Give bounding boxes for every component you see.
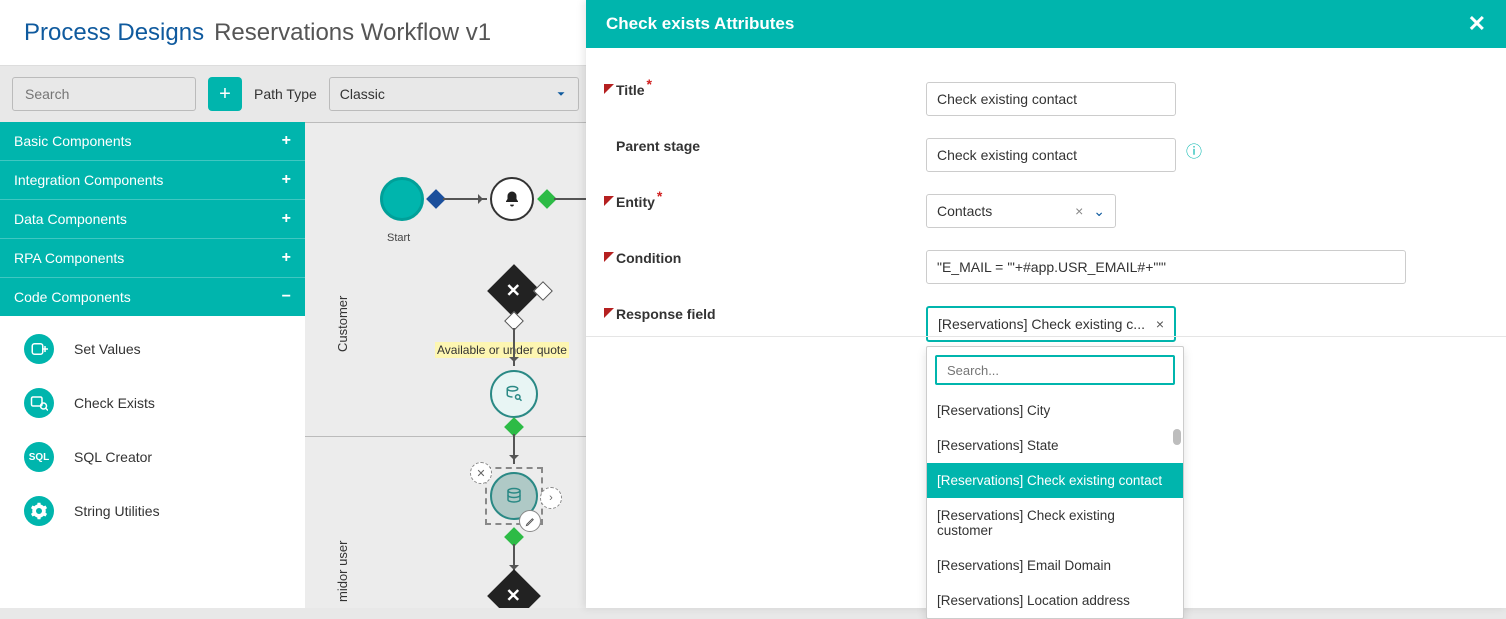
component-sql-creator[interactable]: SQL SQL Creator <box>0 430 305 484</box>
gateway-node[interactable]: ✕ <box>487 569 541 608</box>
dropdown-item[interactable]: [Reservations] State <box>927 428 1183 463</box>
expand-icon: + <box>282 249 291 267</box>
gateway-label: Available or under quote <box>435 342 569 358</box>
bell-icon <box>503 190 521 208</box>
label-parent: Parent stage <box>616 138 926 154</box>
sql-icon: SQL <box>24 442 54 472</box>
set-values-icon <box>24 334 54 364</box>
panel-header: Check exists Attributes ✕ <box>586 0 1506 48</box>
handle-delete[interactable]: ✕ <box>470 462 492 484</box>
label-title: Title* <box>616 82 926 98</box>
clear-icon[interactable]: × <box>1071 203 1087 220</box>
dropdown-item[interactable]: [Reservations] Location address <box>927 583 1183 618</box>
node-task-check[interactable] <box>490 370 538 418</box>
sidebar-cat-rpa[interactable]: RPA Components+ <box>0 238 305 277</box>
lane-label-user: midor user <box>335 541 350 602</box>
lane-label-customer: Customer <box>335 296 350 352</box>
dropdown-list: [Reservations] City [Reservations] State… <box>927 393 1183 618</box>
add-button[interactable]: + <box>208 77 242 111</box>
dropdown-search[interactable] <box>935 355 1175 385</box>
path-type-select[interactable]: Classic <box>329 77 579 111</box>
node-start[interactable] <box>380 177 424 221</box>
dropdown-search-input[interactable] <box>945 362 1165 379</box>
sidebar-cat-basic[interactable]: Basic Components+ <box>0 122 305 160</box>
chevron-down-icon <box>554 87 568 101</box>
search-input-wrap[interactable] <box>12 77 196 111</box>
info-icon[interactable]: ⓘ <box>1186 138 1202 162</box>
response-dropdown: [Reservations] City [Reservations] State… <box>926 346 1184 619</box>
select-entity[interactable]: Contacts × ⌄ <box>926 194 1116 228</box>
node-start-label: Start <box>387 232 410 244</box>
check-exists-icon <box>24 388 54 418</box>
path-type-label: Path Type <box>254 86 317 102</box>
breadcrumb-current: Reservations Workflow v1 <box>214 19 491 47</box>
collapse-icon: − <box>282 288 291 306</box>
sidebar-cat-integration[interactable]: Integration Components+ <box>0 160 305 199</box>
panel-close-button[interactable]: ✕ <box>1468 13 1486 35</box>
flow-arrow-v <box>513 328 515 366</box>
input-parent[interactable]: Check existing contact <box>926 138 1176 172</box>
dropdown-item[interactable]: [Reservations] Check existing customer <box>927 498 1183 548</box>
gear-icon <box>24 496 54 526</box>
flow-arrow <box>443 198 487 200</box>
attributes-panel: Check exists Attributes ✕ Title* Check e… <box>586 0 1506 608</box>
expand-icon: + <box>282 210 291 228</box>
components-sidebar: Basic Components+ Integration Components… <box>0 122 305 608</box>
label-entity: Entity* <box>616 194 926 210</box>
db-icon <box>505 487 523 505</box>
select-response-field[interactable]: [Reservations] Check existing c... × [Re… <box>926 306 1176 342</box>
component-check-exists[interactable]: Check Exists <box>0 376 305 430</box>
path-type-value: Classic <box>340 86 385 102</box>
clear-icon[interactable]: × <box>1156 316 1164 332</box>
dropdown-item[interactable]: [Reservations] Email Domain <box>927 548 1183 583</box>
panel-title: Check exists Attributes <box>606 14 794 34</box>
input-condition[interactable]: "E_MAIL = '"+#app.USR_EMAIL#+"'" <box>926 250 1406 284</box>
dropdown-item[interactable]: [Reservations] City <box>927 393 1183 428</box>
sidebar-cat-data[interactable]: Data Components+ <box>0 199 305 238</box>
input-title[interactable]: Check existing contact <box>926 82 1176 116</box>
label-response: Response field <box>616 306 926 322</box>
close-icon: ✕ <box>506 281 521 302</box>
pencil-icon <box>525 516 536 527</box>
dropdown-item-selected[interactable]: [Reservations] Check existing contact <box>927 463 1183 498</box>
close-icon: ✕ <box>506 586 521 607</box>
search-input[interactable] <box>23 85 208 103</box>
port-diamond[interactable] <box>533 281 553 301</box>
breadcrumb-root[interactable]: Process Designs <box>24 19 204 47</box>
expand-icon: + <box>282 171 291 189</box>
handle-edit[interactable] <box>519 510 541 532</box>
sidebar-cat-code[interactable]: Code Components− <box>0 277 305 316</box>
expand-icon: + <box>282 132 291 150</box>
component-set-values[interactable]: Set Values <box>0 322 305 376</box>
component-list: Set Values Check Exists SQL SQL Creator … <box>0 316 305 544</box>
handle-next[interactable]: › <box>540 487 562 509</box>
component-string-utils[interactable]: String Utilities <box>0 484 305 538</box>
node-bell[interactable] <box>490 177 534 221</box>
chevron-down-icon[interactable]: ⌄ <box>1093 203 1105 220</box>
label-condition: Condition <box>616 250 926 266</box>
panel-body: Title* Check existing contact Parent sta… <box>586 48 1506 608</box>
flow-arrow-v <box>513 434 515 464</box>
scrollbar-thumb[interactable] <box>1173 429 1181 445</box>
db-search-icon <box>505 385 523 403</box>
